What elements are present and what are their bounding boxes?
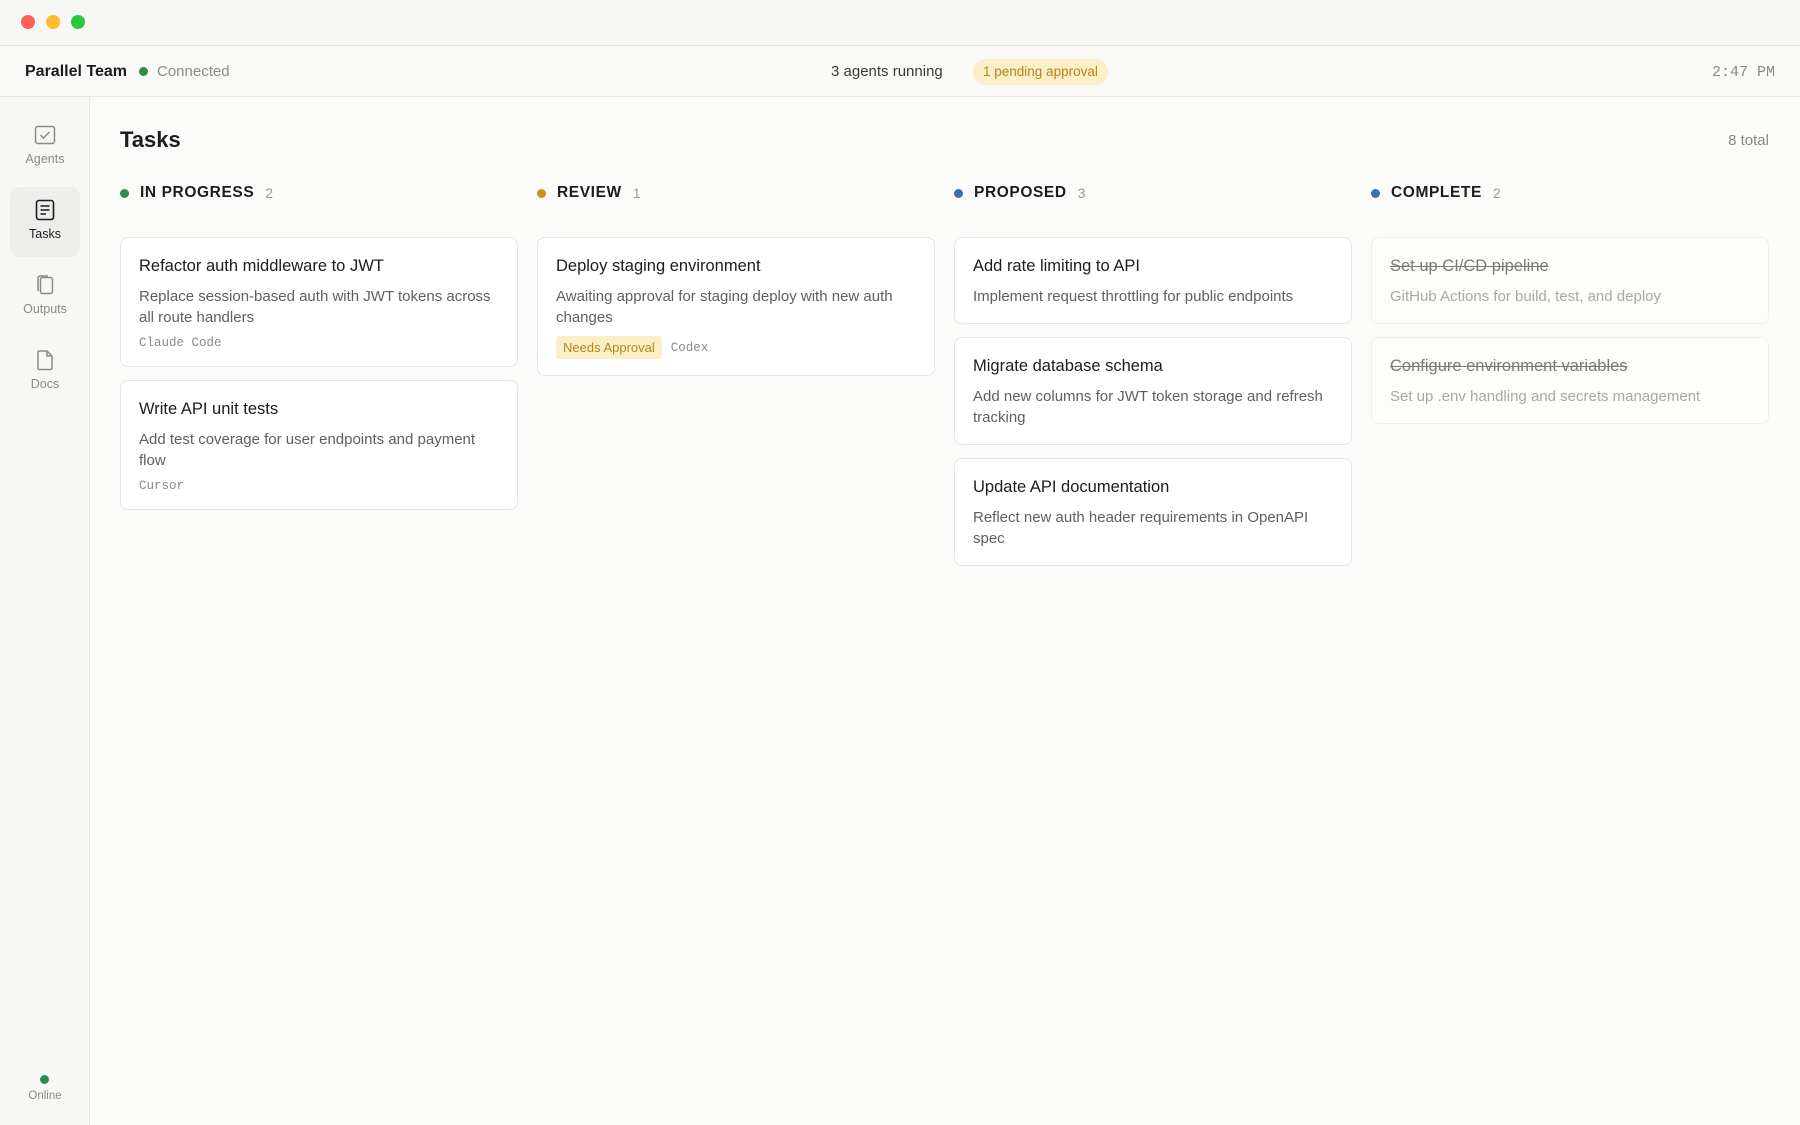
online-status: Online [28, 1090, 62, 1102]
agents-running-count: 3 agents running [831, 63, 943, 80]
task-title: Deploy staging environment [556, 257, 761, 275]
page-title: Tasks [120, 127, 181, 152]
sidebar-item-label: Docs [30, 377, 60, 391]
maximize-window-button[interactable] [71, 15, 85, 29]
column-status-dot [120, 188, 129, 198]
clock: 2:47 PM [1711, 64, 1775, 81]
file-icon [37, 350, 53, 371]
sidebar-item-label: Tasks [29, 227, 61, 241]
minimize-window-button[interactable] [46, 15, 60, 29]
task-agent: Codex [670, 340, 709, 355]
column-count: 1 [632, 185, 641, 201]
task-description: Add new columns for JWT token storage an… [973, 388, 1323, 426]
connection-status: Connected [157, 63, 230, 80]
column-in-progress: IN PROGRESS 2 Refactor auth middleware t… [120, 180, 518, 510]
task-card[interactable]: Deploy staging environment Awaiting appr… [537, 237, 935, 376]
task-agent: Claude Code [139, 336, 222, 350]
task-title: Set up CI/CD pipeline [1390, 257, 1549, 275]
task-title: Refactor auth middleware to JWT [139, 257, 384, 275]
column-header: REVIEW 1 [537, 180, 935, 206]
column-status-dot [1371, 188, 1380, 198]
task-title: Add rate limiting to API [973, 257, 1140, 275]
task-total-count: 8 total [1728, 132, 1769, 149]
task-card[interactable]: Add rate limiting to API Implement reque… [954, 237, 1352, 324]
column-title: COMPLETE [1391, 184, 1482, 201]
task-description: Awaiting approval for staging deploy wit… [556, 288, 893, 326]
column-title: IN PROGRESS [140, 184, 255, 201]
connection-status-dot [139, 67, 148, 76]
task-agent: Cursor [139, 479, 185, 493]
sidebar-item-label: Outputs [23, 302, 67, 316]
list-document-icon [35, 199, 55, 221]
task-description: Set up .env handling and secrets managem… [1390, 388, 1701, 405]
task-card[interactable]: Refactor auth middleware to JWT Replace … [120, 237, 518, 367]
task-title: Write API unit tests [139, 400, 279, 418]
column-review: REVIEW 1 Deploy staging environment Awai… [537, 180, 935, 376]
task-description: Implement request throttling for public … [973, 288, 1294, 305]
online-status-dot [40, 1075, 49, 1084]
status-bar: Parallel Team Connected 3 agents running… [0, 46, 1800, 97]
sidebar-item-outputs[interactable]: Outputs [10, 262, 80, 332]
team-name: Parallel Team [25, 63, 127, 80]
column-header: PROPOSED 3 [954, 180, 1352, 206]
needs-approval-tag[interactable]: Needs Approval [556, 336, 662, 359]
sidebar-item-docs[interactable]: Docs [10, 337, 80, 407]
column-header: COMPLETE 2 [1371, 180, 1769, 206]
checkbox-icon [34, 125, 56, 145]
task-description: Replace session-based auth with JWT toke… [139, 288, 491, 326]
column-title: PROPOSED [974, 184, 1067, 201]
task-title: Update API documentation [973, 478, 1170, 496]
sidebar: Agents Tasks Outputs Docs Online [0, 97, 90, 1125]
column-count: 2 [265, 185, 274, 201]
sidebar-item-agents[interactable]: Agents [10, 112, 80, 182]
task-card[interactable]: Write API unit tests Add test coverage f… [120, 380, 518, 510]
window-titlebar [0, 0, 1800, 46]
task-card[interactable]: Migrate database schema Add new columns … [954, 337, 1352, 445]
copy-icon [37, 275, 54, 295]
task-title: Migrate database schema [973, 357, 1163, 375]
task-title: Configure environment variables [1390, 357, 1628, 375]
task-description: Add test coverage for user endpoints and… [139, 431, 476, 469]
task-description: GitHub Actions for build, test, and depl… [1390, 288, 1661, 305]
task-description: Reflect new auth header requirements in … [973, 509, 1309, 547]
column-count: 2 [1492, 185, 1501, 201]
task-meta: Claude Code [139, 336, 499, 350]
main-content: Tasks 8 total IN PROGRESS 2 Refactor aut… [90, 97, 1800, 1125]
column-complete: COMPLETE 2 Set up CI/CD pipeline GitHub … [1371, 180, 1769, 424]
task-card[interactable]: Configure environment variables Set up .… [1371, 337, 1769, 424]
task-meta: Cursor [139, 479, 499, 493]
column-proposed: PROPOSED 3 Add rate limiting to API Impl… [954, 180, 1352, 566]
task-card[interactable]: Set up CI/CD pipeline GitHub Actions for… [1371, 237, 1769, 324]
task-meta: Needs Approval Codex [556, 336, 916, 359]
close-window-button[interactable] [21, 15, 35, 29]
column-status-dot [954, 188, 963, 198]
column-count: 3 [1077, 185, 1086, 201]
column-header: IN PROGRESS 2 [120, 180, 518, 206]
column-status-dot [537, 188, 546, 198]
pending-approval-badge[interactable]: 1 pending approval [973, 59, 1108, 85]
sidebar-item-label: Agents [25, 152, 65, 166]
task-card[interactable]: Update API documentation Reflect new aut… [954, 458, 1352, 566]
column-title: REVIEW [557, 184, 622, 201]
sidebar-item-tasks[interactable]: Tasks [10, 187, 80, 257]
